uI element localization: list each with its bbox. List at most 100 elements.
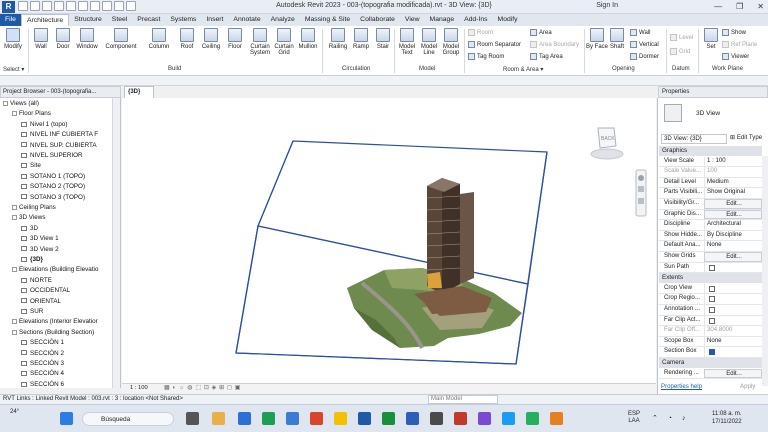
property-value[interactable]: By Discipline — [704, 230, 762, 241]
category-graphics[interactable]: Graphics — [659, 146, 762, 156]
tab-view[interactable]: View — [400, 14, 425, 26]
column-button[interactable]: Column — [145, 28, 173, 50]
model-text-button[interactable]: Model Text — [396, 28, 418, 56]
highlight-element[interactable] — [427, 272, 442, 288]
panel-label-select[interactable]: Select ▾ — [3, 66, 24, 73]
word-icon[interactable] — [406, 412, 419, 425]
property-value[interactable] — [704, 315, 762, 326]
tab-analyze[interactable]: Analyze — [266, 14, 300, 26]
browser-scrollbar[interactable] — [112, 98, 120, 388]
expand-toggle-icon[interactable] — [12, 111, 17, 117]
dormer-button[interactable]: Dormer — [630, 53, 659, 60]
vertical-opening-button[interactable]: Vertical — [630, 41, 659, 48]
app-icon-5[interactable] — [526, 412, 539, 425]
minimize-icon[interactable]: — — [714, 2, 722, 11]
property-checkbox[interactable] — [709, 296, 715, 303]
app-icon-6[interactable] — [550, 412, 563, 425]
3d-model-view[interactable]: BACK — [122, 98, 656, 383]
browser-view-item[interactable]: NIVEL SUPERIOR — [21, 152, 83, 159]
model-group-button[interactable]: Model Group — [440, 28, 462, 56]
tab-collaborate[interactable]: Collaborate — [355, 14, 400, 26]
property-value[interactable]: Architectural — [704, 220, 762, 230]
tab-annotate[interactable]: Annotate — [228, 14, 265, 26]
room-separator-button[interactable]: Room Separator — [468, 41, 521, 48]
browser-group[interactable]: Sections (Building Section) — [12, 329, 94, 336]
browser-view-item[interactable]: 3D View 2 — [21, 246, 59, 253]
expand-toggle-icon[interactable] — [12, 267, 17, 273]
browser-view-item[interactable]: SECCIÓN 3 — [21, 360, 64, 367]
office-icon[interactable] — [310, 412, 323, 425]
set-workplane-button[interactable]: Set — [700, 28, 722, 50]
property-value[interactable] — [704, 305, 762, 315]
close-icon[interactable]: ✕ — [757, 2, 764, 11]
curtain-grid-button[interactable]: Curtain Grid — [272, 28, 296, 56]
model-line-button[interactable]: Model Line — [418, 28, 440, 56]
window-button[interactable]: Window — [74, 28, 100, 50]
browser-view-item[interactable]: NIVEL SUP. CUBIERTA — [21, 142, 97, 149]
modify-button[interactable]: Modify — [2, 28, 24, 50]
mullion-button[interactable]: Mullion — [296, 28, 320, 50]
area-button[interactable]: Area — [530, 29, 552, 36]
edit-button[interactable]: Edit... — [704, 368, 762, 379]
revit-taskbar-icon[interactable] — [358, 412, 371, 425]
ceiling-button[interactable]: Ceiling — [198, 28, 224, 50]
tab-precast[interactable]: Precast — [132, 14, 165, 26]
file-explorer-icon[interactable] — [212, 412, 225, 425]
expand-toggle-icon[interactable] — [3, 100, 8, 106]
shaft-button[interactable]: Shaft — [606, 28, 628, 50]
property-value[interactable]: Show Original — [704, 188, 762, 198]
tray-icons[interactable]: ⌃ ◔ ♪ — [652, 414, 689, 422]
browser-group[interactable]: Ceiling Plans — [12, 204, 56, 211]
tab-architecture[interactable]: Architecture — [20, 14, 70, 26]
view-canvas[interactable]: BACK — [122, 98, 656, 383]
taskbar-search[interactable]: Búsqueda — [82, 412, 174, 426]
tab-modify[interactable]: Modify — [493, 14, 523, 26]
tab-structure[interactable]: Structure — [69, 14, 107, 26]
app-icon-4[interactable] — [502, 412, 515, 425]
property-checkbox[interactable] — [709, 307, 715, 313]
browser-view-item[interactable]: SECCIÓN 4 — [21, 370, 64, 377]
component-button[interactable]: Component — [103, 28, 139, 50]
browser-view-item[interactable]: ORIENTAL — [21, 298, 61, 305]
browser-group[interactable]: Elevations (Interior Elevatior — [12, 318, 98, 325]
wall-opening-button[interactable]: Wall — [630, 29, 650, 36]
property-value[interactable] — [704, 294, 762, 304]
edit-button[interactable]: Edit... — [704, 209, 762, 220]
browser-view-item[interactable]: 3D View 1 — [21, 235, 59, 242]
workset-dropdown[interactable]: Main Model — [428, 395, 498, 404]
task-view-icon[interactable] — [186, 412, 199, 425]
curtain-system-button[interactable]: Curtain System — [248, 28, 272, 56]
browser-view-item[interactable]: NORTE — [21, 277, 52, 284]
expand-toggle-icon[interactable] — [12, 329, 17, 335]
property-checkbox[interactable] — [709, 264, 715, 271]
category-extents[interactable]: Extents — [659, 273, 762, 284]
xbox-icon[interactable] — [382, 412, 395, 425]
outlook-icon[interactable] — [238, 412, 251, 425]
property-checkbox[interactable] — [709, 317, 715, 324]
property-value[interactable] — [704, 347, 762, 357]
properties-scrollbar[interactable] — [762, 156, 768, 386]
browser-view-item[interactable]: NIVEL INF CUBIERTA F — [21, 131, 98, 138]
roof-button[interactable]: Roof — [176, 28, 198, 50]
navigation-bar[interactable] — [635, 169, 647, 217]
view-controls-icons[interactable]: ▦◐☼◍⬚⊡◈⊞◻▣ — [164, 385, 243, 391]
app-icon-1[interactable] — [430, 412, 443, 425]
instance-selector[interactable]: 3D View: {3D} — [661, 134, 727, 144]
ramp-button[interactable]: Ramp — [350, 28, 372, 50]
viewcube[interactable]: BACK — [590, 127, 624, 160]
maximize-icon[interactable]: ❐ — [736, 2, 743, 11]
sign-in-link[interactable]: Sign In — [596, 2, 618, 9]
expand-toggle-icon[interactable] — [12, 204, 17, 210]
weather-temp[interactable]: 24° — [10, 409, 19, 415]
browser-group[interactable]: Floor Plans — [12, 110, 51, 117]
view-tab-3d[interactable]: {3D} — [124, 86, 154, 98]
browser-group[interactable]: Views (all) — [3, 100, 39, 107]
chrome-icon[interactable] — [334, 412, 347, 425]
property-value[interactable] — [704, 262, 762, 273]
panel-label-room-area[interactable]: Room & Area ▾ — [503, 66, 543, 73]
tag-area-button[interactable]: Tag Area — [530, 53, 563, 60]
app-icon-2[interactable] — [454, 412, 467, 425]
edit-type-button[interactable]: ⊞ Edit Type — [730, 134, 762, 141]
language-indicator[interactable]: ESP LAA — [628, 411, 640, 425]
tab-add-ins[interactable]: Add-Ins — [459, 14, 492, 26]
